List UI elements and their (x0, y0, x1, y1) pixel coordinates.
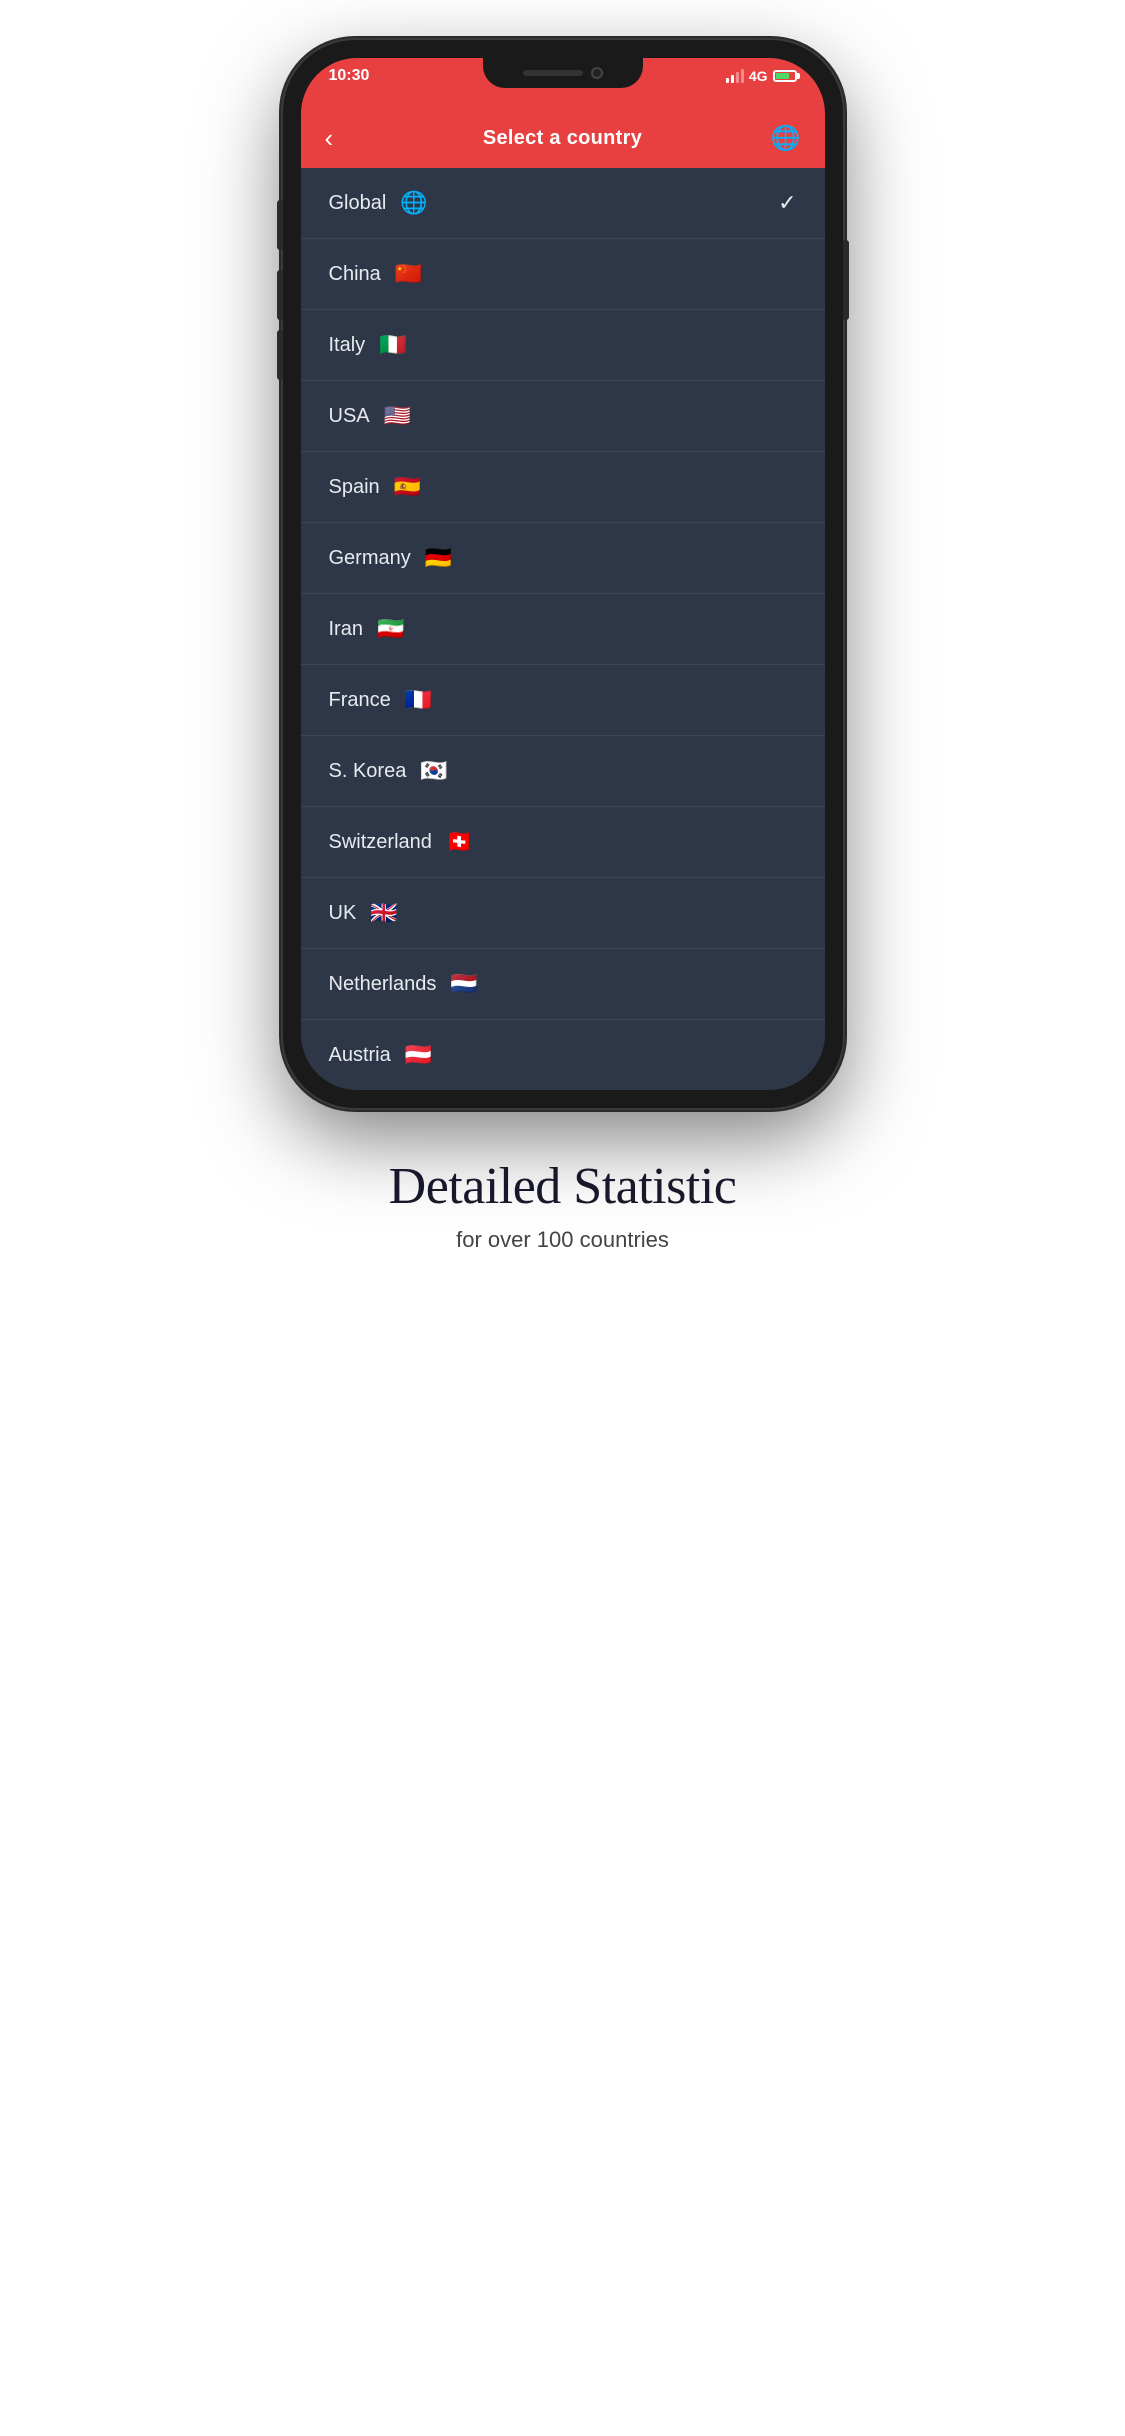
country-left: UK 🇬🇧 (329, 900, 398, 926)
country-flag: 🇳🇱 (450, 971, 477, 997)
country-name: Austria (329, 1044, 391, 1067)
signal-bar-4 (741, 69, 744, 83)
country-flag: 🇦🇹 (405, 1042, 432, 1068)
country-flag: 🇪🇸 (394, 474, 421, 500)
country-flag: 🇨🇭 (446, 829, 473, 855)
country-name: Iran (329, 618, 363, 641)
battery-fill (776, 73, 790, 79)
nav-title: Select a country (483, 127, 642, 150)
country-item[interactable]: Netherlands 🇳🇱 (301, 949, 825, 1020)
country-name: Italy (329, 334, 366, 357)
phone-wrapper: 10:30 4G (283, 40, 843, 1108)
country-left: Netherlands 🇳🇱 (329, 971, 478, 997)
country-left: China 🇨🇳 (329, 261, 423, 287)
country-flag: 🇨🇳 (395, 261, 422, 287)
country-item[interactable]: France 🇫🇷 (301, 665, 825, 736)
country-name: France (329, 689, 391, 712)
country-left: Switzerland 🇨🇭 (329, 829, 474, 855)
bottom-title: Detailed Statistic (389, 1158, 737, 1215)
selected-check-icon: ✓ (778, 190, 796, 216)
phone-screen: 10:30 4G (301, 58, 825, 1090)
country-left: Austria 🇦🇹 (329, 1042, 433, 1068)
country-item[interactable]: Austria 🇦🇹 (301, 1020, 825, 1090)
country-item[interactable]: Iran 🇮🇷 (301, 594, 825, 665)
country-name: China (329, 263, 381, 286)
country-name: Netherlands (329, 973, 437, 996)
country-item[interactable]: Switzerland 🇨🇭 (301, 807, 825, 878)
country-left: Spain 🇪🇸 (329, 474, 422, 500)
bottom-text: Detailed Statistic for over 100 countrie… (389, 1158, 737, 1253)
country-item[interactable]: Germany 🇩🇪 (301, 523, 825, 594)
status-time: 10:30 (329, 68, 370, 84)
status-icons: 4G (726, 68, 797, 84)
country-flag: 🌐 (400, 190, 427, 216)
bottom-subtitle: for over 100 countries (389, 1227, 737, 1253)
country-item[interactable]: Spain 🇪🇸 (301, 452, 825, 523)
country-left: Italy 🇮🇹 (329, 332, 407, 358)
country-left: Iran 🇮🇷 (329, 616, 405, 642)
country-left: Global 🌐 (329, 190, 428, 216)
camera (591, 67, 603, 79)
signal-bar-2 (731, 75, 734, 83)
country-name: Global (329, 192, 387, 215)
signal-bars (726, 69, 744, 83)
country-item[interactable]: Italy 🇮🇹 (301, 310, 825, 381)
signal-bar-3 (736, 72, 739, 83)
country-item[interactable]: S. Korea 🇰🇷 (301, 736, 825, 807)
country-flag: 🇩🇪 (425, 545, 452, 571)
notch-cutout (483, 58, 643, 88)
country-name: Spain (329, 476, 380, 499)
status-bar: 10:30 4G (301, 58, 825, 108)
globe-button[interactable]: 🌐 (765, 124, 801, 153)
country-flag: 🇰🇷 (420, 758, 447, 784)
country-flag: 🇮🇹 (379, 332, 406, 358)
country-item[interactable]: China 🇨🇳 (301, 239, 825, 310)
country-name: UK (329, 902, 357, 925)
country-name: USA (329, 405, 370, 428)
country-name: S. Korea (329, 760, 407, 783)
signal-bar-1 (726, 78, 729, 83)
country-flag: 🇬🇧 (370, 900, 397, 926)
speaker (523, 70, 583, 76)
country-left: France 🇫🇷 (329, 687, 433, 713)
country-flag: 🇮🇷 (377, 616, 404, 642)
country-left: Germany 🇩🇪 (329, 545, 453, 571)
country-flag: 🇫🇷 (405, 687, 432, 713)
country-left: S. Korea 🇰🇷 (329, 758, 448, 784)
phone-frame: 10:30 4G (283, 40, 843, 1108)
country-item[interactable]: USA 🇺🇸 (301, 381, 825, 452)
country-flag: 🇺🇸 (384, 403, 411, 429)
country-item[interactable]: Global 🌐 ✓ (301, 168, 825, 239)
back-button[interactable]: ‹ (325, 123, 361, 154)
country-left: USA 🇺🇸 (329, 403, 412, 429)
country-name: Switzerland (329, 831, 432, 854)
nav-bar: ‹ Select a country 🌐 (301, 108, 825, 168)
country-name: Germany (329, 547, 411, 570)
battery-icon (773, 70, 797, 82)
network-type: 4G (749, 68, 768, 84)
country-item[interactable]: UK 🇬🇧 (301, 878, 825, 949)
country-list: Global 🌐 ✓ China 🇨🇳 Italy 🇮🇹 USA 🇺🇸 Spain 🇪🇸 German… (301, 168, 825, 1090)
